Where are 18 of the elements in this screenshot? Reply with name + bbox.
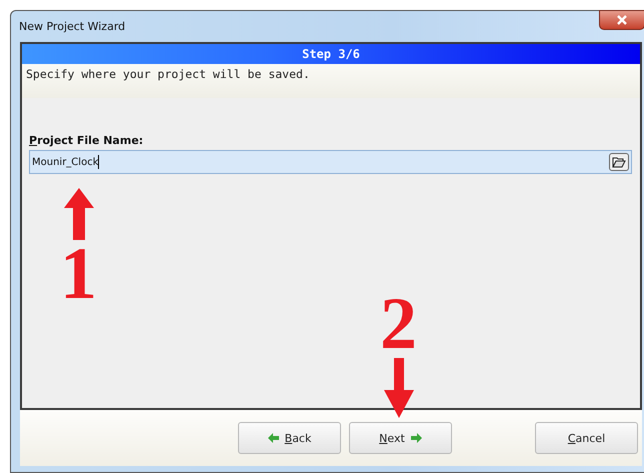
back-button[interactable]: Back: [238, 422, 341, 454]
close-icon: [616, 15, 628, 25]
arrow-right-icon: [410, 433, 422, 443]
close-button[interactable]: [599, 10, 644, 30]
step-header: Step 3/6: [22, 44, 640, 64]
folder-icon: [612, 156, 626, 168]
browse-button[interactable]: [609, 153, 629, 171]
field-label: Project File Name:: [29, 134, 144, 147]
annotation-number: 2: [380, 290, 417, 358]
step-description: Specify where your project will be saved.: [22, 64, 640, 98]
next-button[interactable]: Next: [349, 422, 452, 454]
annotation-arrow: [64, 188, 94, 240]
annotation-number: 1: [60, 240, 97, 308]
window-title: New Project Wizard: [18, 20, 126, 33]
cancel-button[interactable]: Cancel: [535, 422, 638, 454]
project-file-name-field[interactable]: Mounir_Clock: [29, 150, 632, 174]
arrow-left-icon: [268, 433, 279, 443]
annotation-arrow: [384, 358, 414, 418]
